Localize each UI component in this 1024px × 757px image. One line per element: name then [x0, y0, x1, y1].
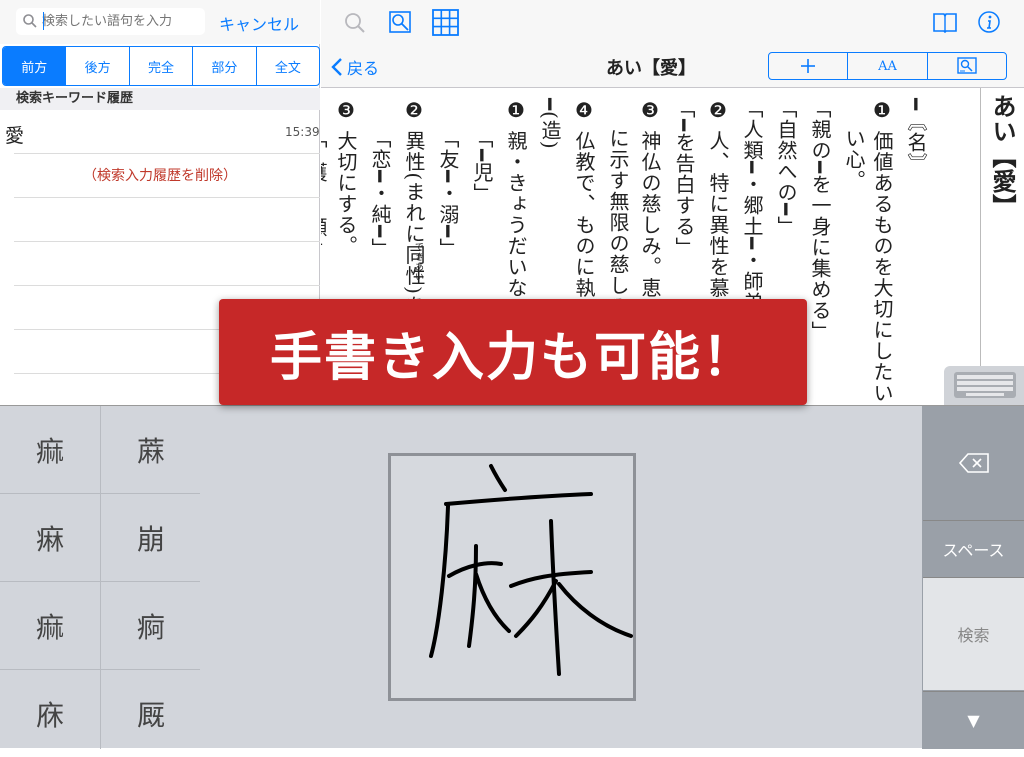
nav-bar: 戻る あい【愛】 AA [321, 44, 1024, 88]
entry-line: ━(造) [538, 98, 562, 150]
font-size-icon: AA [878, 58, 897, 74]
search-in-page-icon [957, 57, 977, 74]
delete-icon [958, 452, 989, 473]
entry-line: い心。 [842, 128, 866, 191]
grid-icon[interactable] [432, 9, 459, 36]
history-empty-row [14, 198, 320, 242]
info-icon[interactable] [977, 10, 1001, 34]
clear-history-link[interactable]: （検索入力履歴を削除） [0, 165, 320, 185]
keyboard-toggle-button[interactable] [944, 366, 1024, 405]
entry-line: 「自然への━」 [774, 98, 798, 238]
top-toolbar [321, 0, 1024, 44]
entry-line: 「親の━を一身に集める」 [808, 98, 832, 343]
space-button[interactable]: スペース [923, 520, 1024, 576]
hide-keyboard-button[interactable]: ▼ [923, 691, 1024, 749]
candidate-char[interactable]: 痲 [0, 582, 100, 669]
entry-line: 「━を告白する」 [672, 98, 696, 259]
search-bar: キャンセル [0, 0, 320, 44]
candidate-char[interactable]: 痲 [0, 406, 100, 493]
handwritten-stroke [429, 464, 633, 676]
headword-column: あい【愛】 [980, 88, 1024, 405]
handwriting-canvas[interactable] [388, 453, 636, 701]
entry-line: 「━護・━顧」 [321, 128, 328, 260]
history-empty-row [14, 242, 320, 286]
entry-line: 「━児」 [470, 128, 494, 205]
delete-button[interactable] [923, 406, 1024, 519]
candidate-char[interactable]: 崩 [101, 494, 201, 581]
mode-fulltext[interactable]: 全文 [257, 47, 319, 85]
candidate-divider [0, 669, 200, 670]
entry-line: ❷ 人、特に異性を慕う [706, 98, 730, 320]
history-row[interactable] [14, 110, 320, 154]
promo-banner: 手書き入力も可能！ [219, 299, 807, 405]
history-word[interactable]: 愛 [5, 121, 24, 148]
history-header: 検索キーワード履歴 [0, 88, 320, 110]
plus-icon [801, 59, 816, 73]
magnifier-icon[interactable] [343, 11, 367, 35]
zoom-search-icon[interactable] [388, 10, 412, 34]
search-key[interactable]: 検索 [923, 577, 1024, 690]
candidate-char[interactable]: 庥 [0, 670, 100, 757]
candidate-char[interactable]: 厩 [101, 670, 201, 757]
back-button[interactable]: 戻る [331, 55, 379, 79]
mode-prefix[interactable]: 前方 [3, 47, 67, 85]
candidate-divider [100, 406, 101, 749]
chevron-left-icon [331, 58, 342, 76]
add-bookmark-button[interactable] [769, 53, 849, 79]
history-time: 15:39 [285, 125, 320, 139]
mode-partial[interactable]: 部分 [193, 47, 257, 85]
candidate-divider [0, 581, 200, 582]
entry-line: ❸ 大切にする。 [334, 98, 358, 257]
cancel-button[interactable]: キャンセル [219, 11, 299, 35]
right-key-column: スペース 検索 ▼ [922, 406, 1024, 749]
candidate-char[interactable]: 痳 [0, 494, 100, 581]
entry-line: ❶ 価値あるものを大切にしたいと思う [870, 98, 894, 405]
mode-suffix[interactable]: 後方 [66, 47, 130, 85]
candidate-divider [0, 493, 200, 494]
font-size-button[interactable]: AA [848, 53, 928, 79]
entry-line: 「友━・溺━」 [436, 128, 460, 260]
candidate-char[interactable]: 痾 [101, 582, 201, 669]
nav-button-group: AA [768, 52, 1007, 80]
mode-exact[interactable]: 完全 [130, 47, 194, 85]
handwriting-keyboard: 痲 蔴 痳 崩 痲 痾 庥 厩 スペース 検索 ▼ [0, 405, 1024, 749]
book-icon[interactable] [932, 11, 958, 33]
headword: あい【愛】 [988, 94, 1017, 219]
entry-line: 「恋━・純━」 [368, 128, 392, 260]
search-mode-segmented-control: 前方 後方 完全 部分 全文 [2, 46, 320, 86]
search-input[interactable] [16, 8, 205, 35]
entry-line: ━〘名〙 [904, 98, 928, 175]
text-caret [43, 12, 44, 30]
search-in-page-button[interactable] [928, 53, 1006, 79]
page-title: あい【愛】 [606, 58, 696, 79]
keyboard-icon [954, 372, 1016, 398]
search-icon [23, 14, 37, 28]
candidate-char[interactable]: 蔴 [101, 406, 201, 493]
back-label: 戻る [347, 59, 380, 78]
